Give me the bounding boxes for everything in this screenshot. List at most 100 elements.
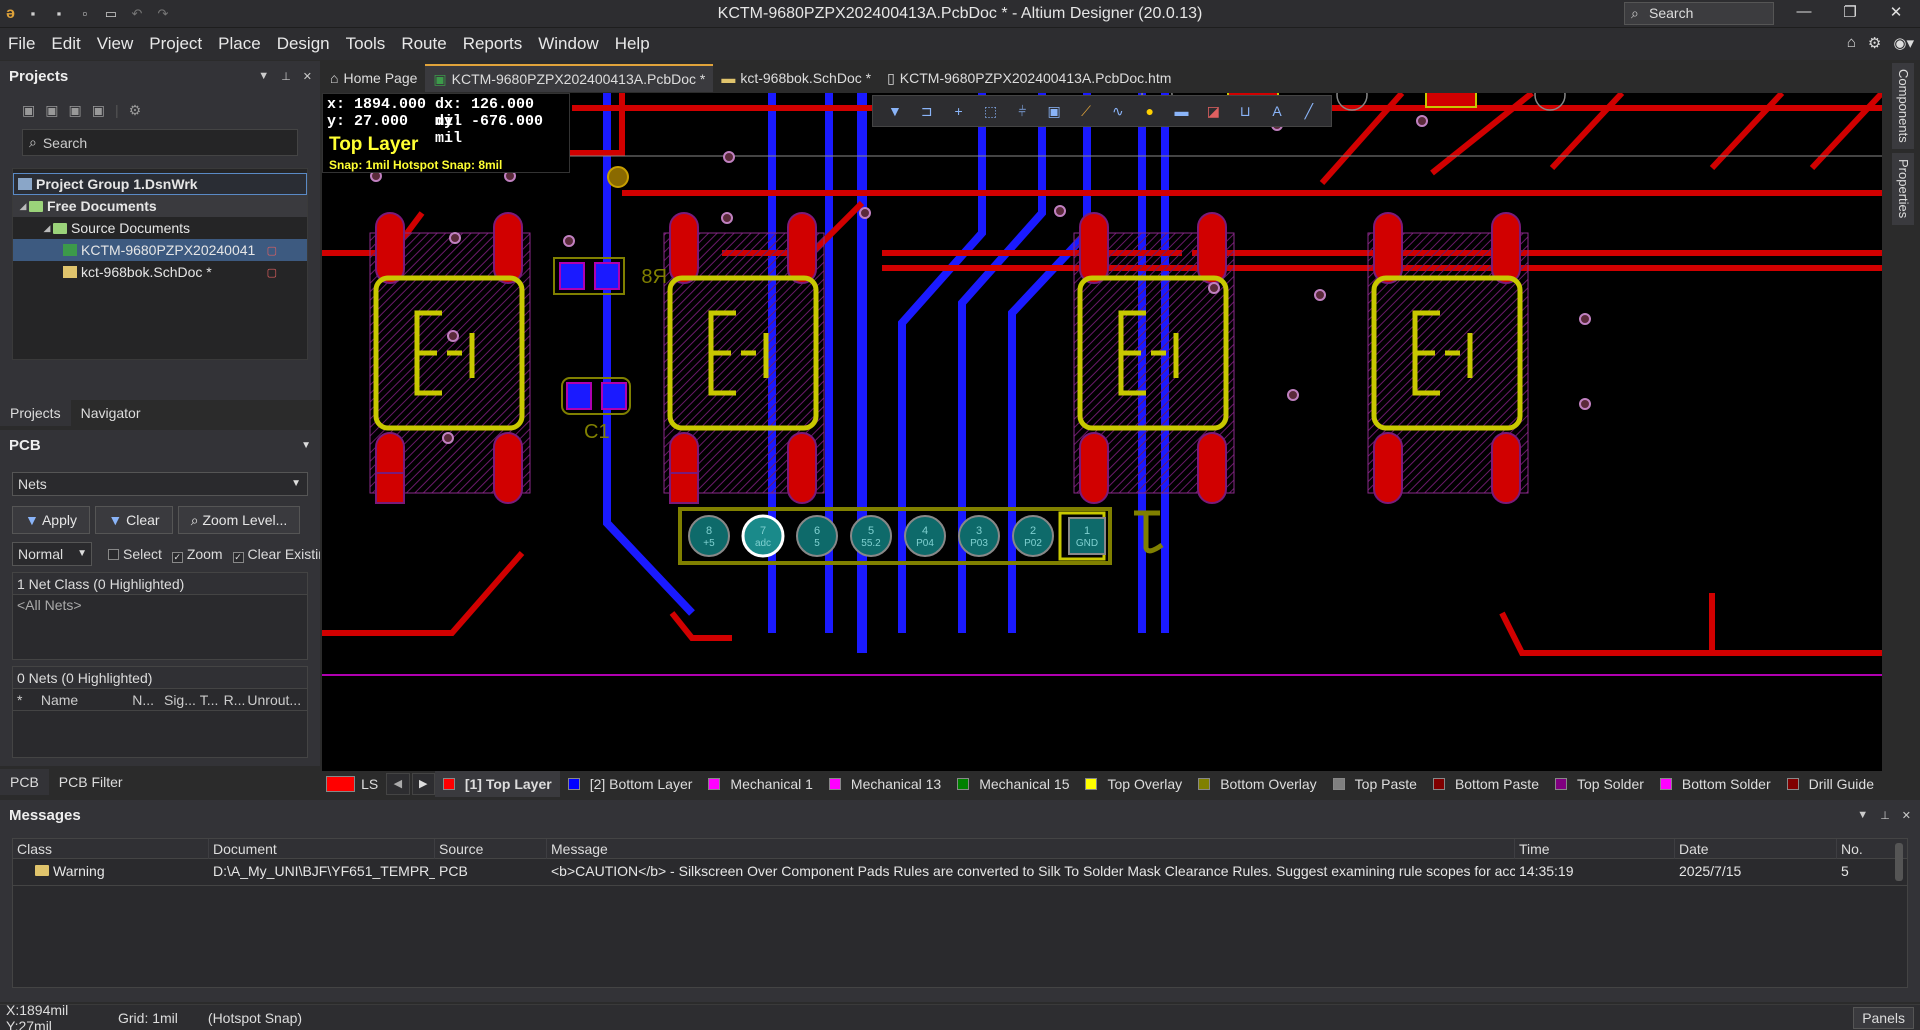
layer-tab[interactable]: [2] Bottom Layer [560,771,701,797]
tab-navigator[interactable]: Navigator [71,400,151,426]
layer-tab[interactable]: Bottom Overlay [1190,771,1324,797]
save-icon[interactable]: ▪ [25,6,41,22]
col-no[interactable]: No. [1837,839,1893,859]
expand-icon[interactable]: ◢ [41,223,53,234]
zoom-checkbox[interactable]: ✓ Zoom [171,546,223,563]
select-rect-icon[interactable]: ⬚ [979,100,1001,122]
menu-help[interactable]: Help [607,34,658,54]
tree-item-pcbdoc[interactable]: KCTM-9680PZPX20240041 ▢ [13,239,307,261]
new-document-icon[interactable]: ▫ [77,6,93,22]
menu-view[interactable]: View [89,34,142,54]
keepout-icon[interactable]: ◪ [1202,100,1224,122]
layer-tab[interactable]: Drill Guide [1779,771,1882,797]
layer-tab[interactable]: Bottom Solder [1652,771,1779,797]
connector-pad[interactable]: 3P03 [958,515,1000,557]
tree-item-source-documents[interactable]: ◢ Source Documents [13,217,307,239]
layer-tab[interactable]: Top Solder [1547,771,1652,797]
tab-components[interactable]: Components [1892,63,1914,149]
layer-tab[interactable]: Top Overlay [1077,771,1190,797]
connector-pad[interactable]: 8+5 [688,515,730,557]
menu-tools[interactable]: Tools [338,34,394,54]
settings-icon[interactable]: ⚙ [129,102,142,119]
fill-icon[interactable]: ▬ [1171,100,1193,122]
menu-project[interactable]: Project [141,34,210,54]
col-nodes[interactable]: N... [132,689,164,710]
tree-item-project-group[interactable]: Project Group 1.DsnWrk [13,173,307,195]
connector-pads[interactable]: 8+57adc65555.24P043P032P021GND [688,514,1106,558]
zoom-level-button[interactable]: ⌕ Zoom Level... [178,506,300,534]
open-folder-icon[interactable]: ▣ [68,102,81,119]
maximize-button[interactable]: ❐ [1830,3,1870,21]
save-project-icon[interactable]: ▣ [22,102,35,119]
col-source[interactable]: Source [435,839,547,859]
menu-file[interactable]: File [0,34,43,54]
layer-tab[interactable]: Bottom Paste [1425,771,1547,797]
col-routed[interactable]: R... [224,689,248,710]
gear-icon[interactable]: ⚙ [1868,34,1881,52]
tab-pcb[interactable]: PCB [0,769,49,795]
open-icon[interactable]: ▭ [103,6,119,22]
menu-window[interactable]: Window [530,34,606,54]
length-tune-icon[interactable]: ∿ [1107,100,1129,122]
route-icon[interactable]: ⊐ [916,100,938,122]
pcb-mode-select[interactable]: Nets ▼ [12,472,308,496]
mask-mode-select[interactable]: Normal ▼ [12,542,92,566]
minimize-button[interactable]: — [1784,3,1824,20]
capacitor-c1[interactable] [561,377,631,415]
tab-pcb-filter[interactable]: PCB Filter [49,769,133,795]
select-checkbox[interactable]: Select [108,546,162,562]
expand-icon[interactable]: ◢ [17,201,29,212]
messages-scrollbar[interactable] [1895,843,1903,881]
user-icon[interactable]: ◉▾ [1893,34,1914,52]
tab-schdoc[interactable]: ▬ kct-968bok.SchDoc * [713,64,879,92]
net-class-item[interactable]: <All Nets> [13,595,307,615]
col-date[interactable]: Date [1675,839,1837,859]
interactive-route-icon[interactable]: ⟋ [1075,100,1097,122]
home-icon[interactable]: ⌂ [1847,34,1856,52]
connector-pad[interactable]: 65 [796,515,838,557]
menu-place[interactable]: Place [210,34,269,54]
layer-tab[interactable]: Mechanical 1 [700,771,821,797]
filter-icon[interactable]: ▼ [884,100,906,122]
col-unrouted[interactable]: Unrout... [247,689,307,710]
col-document[interactable]: Document [209,839,435,859]
layer-next-arrow[interactable]: ▶ [411,773,435,795]
connector-pad[interactable]: 2P02 [1012,515,1054,557]
global-search-input[interactable]: ⌕ Search [1624,2,1774,25]
col-message[interactable]: Message [547,839,1515,859]
text-icon[interactable]: A [1266,100,1288,122]
connector-pad[interactable]: 4P04 [904,515,946,557]
via-icon[interactable]: ● [1139,100,1161,122]
tab-home-page[interactable]: ⌂ Home Page [322,64,425,92]
current-layer-color-swatch[interactable] [326,776,356,792]
menu-edit[interactable]: Edit [43,34,88,54]
layer-tab[interactable]: Top Paste [1325,771,1425,797]
panel-menu-icon[interactable]: ▼ [301,440,311,451]
menu-reports[interactable]: Reports [455,34,531,54]
tab-properties[interactable]: Properties [1892,153,1914,225]
col-class[interactable]: Class [13,839,209,859]
align-icon[interactable]: ⫩ [1011,100,1033,122]
layer-tab[interactable]: [1] Top Layer [434,771,560,797]
pin-icon[interactable]: ⊥ [281,70,291,83]
layer-prev-arrow[interactable]: ◀ [386,773,410,795]
tab-report-htm[interactable]: ▯ KCTM-9680PZPX202400413A.PcbDoc.htm [879,64,1179,92]
line-icon[interactable]: ╱ [1298,100,1320,122]
dimension-icon[interactable]: ⊔ [1234,100,1256,122]
menu-route[interactable]: Route [393,34,454,54]
close-project-icon[interactable]: ▣ [92,102,105,119]
tab-pcbdoc[interactable]: ▣ KCTM-9680PZPX202400413A.PcbDoc * [425,64,714,92]
layer-tab[interactable]: Mechanical 15 [949,771,1077,797]
tab-projects[interactable]: Projects [0,400,71,426]
undo-icon[interactable]: ↶ [129,6,145,22]
save-all-icon[interactable]: ▪ [51,6,67,22]
tree-item-schdoc[interactable]: kct-968bok.SchDoc * ▢ [13,261,307,283]
col-star[interactable]: * [13,689,41,710]
menu-design[interactable]: Design [269,34,338,54]
resistor-r8[interactable] [553,257,625,295]
pin-icon[interactable]: ⊥ [1880,809,1890,822]
connector-pad[interactable]: 1GND [1068,517,1106,555]
pcb-canvas[interactable]: R8 C1 8 +5 7 adc 6 5 5 55.2 4 P04 3 P03 2 P02 1 GND [322,93,1882,771]
altium-logo-icon[interactable]: ə [6,5,15,23]
crosshair-icon[interactable]: + [948,100,970,122]
